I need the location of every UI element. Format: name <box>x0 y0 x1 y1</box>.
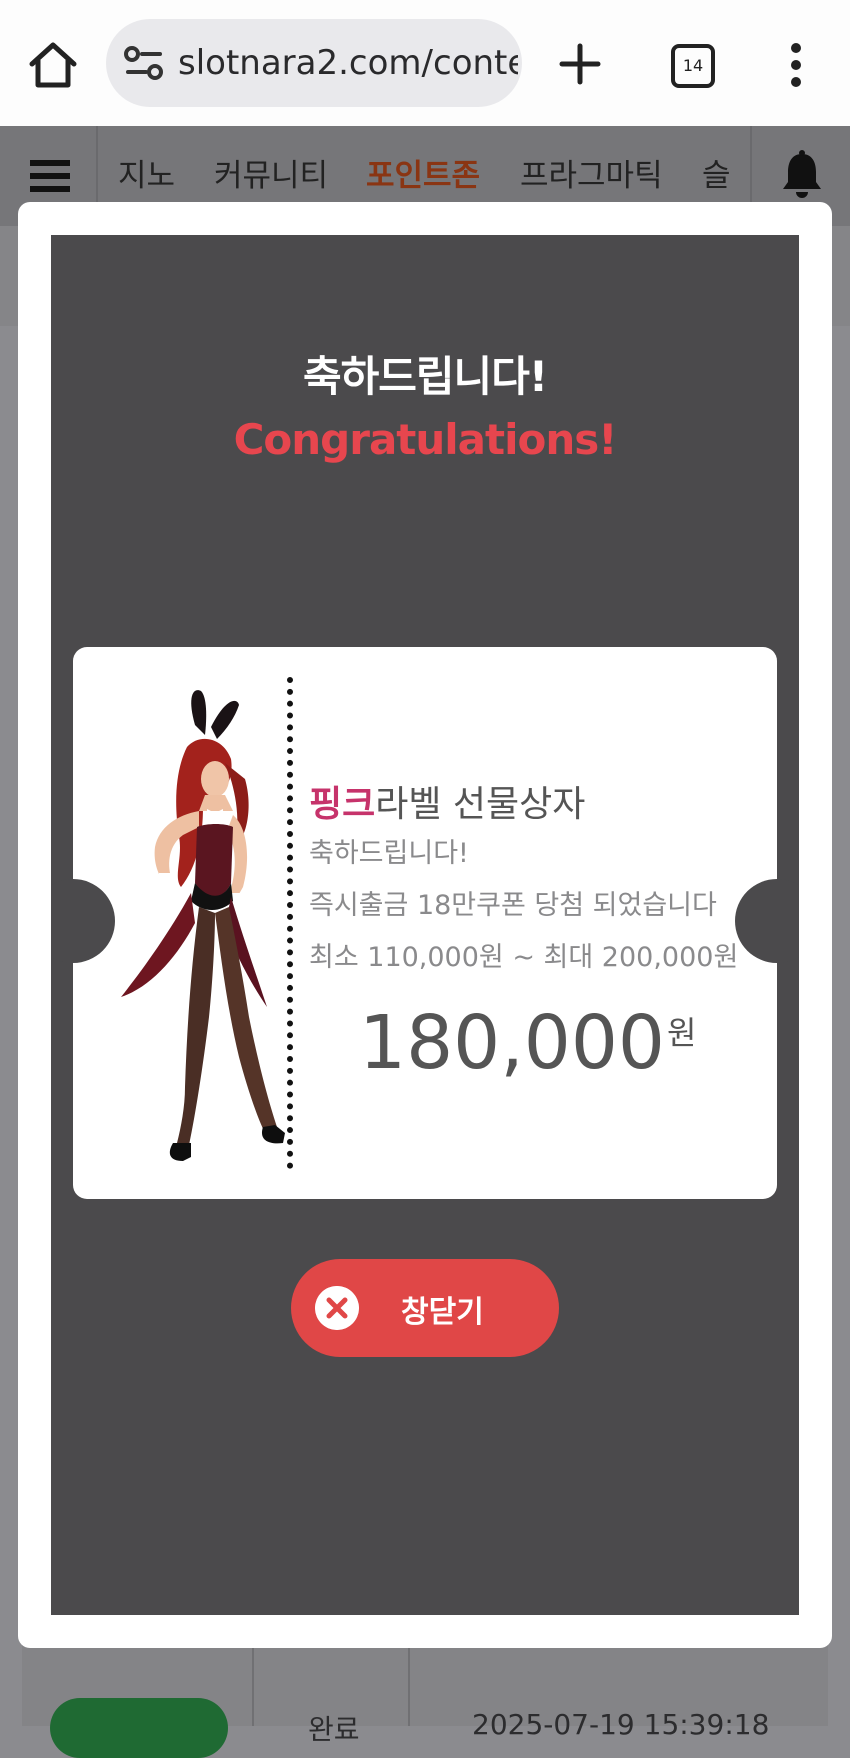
prize-line-range: 최소 110,000원 ~ 최대 200,000원 <box>309 942 739 973</box>
heading-korean: 축하드립니다! <box>303 352 548 401</box>
bunny-girl-illustration <box>121 690 285 1161</box>
nav-item-zino[interactable]: 지노 <box>118 154 175 198</box>
nav-item-slot[interactable]: 슬 <box>702 154 731 198</box>
address-bar[interactable]: slotnara2.com/conte <box>106 19 522 107</box>
site-settings-icon[interactable] <box>124 45 164 81</box>
hamburger-menu-icon[interactable] <box>28 156 72 196</box>
prize-title-rest: 라벨 선물상자 <box>375 784 586 825</box>
bell-icon[interactable] <box>780 150 824 200</box>
nav-item-point-zone[interactable]: 포인트존 <box>366 154 480 198</box>
url-text[interactable]: slotnara2.com/conte <box>178 39 518 87</box>
close-button[interactable]: 창닫기 <box>291 1259 559 1357</box>
prize-modal: 축하드립니다! Congratulations! 핑크라벨 선물상자 축하드립니… <box>18 202 832 1648</box>
prize-amount-unit: 원 <box>667 1014 697 1052</box>
prize-line-congrats: 축하드립니다! <box>309 838 469 869</box>
ticket-perforation <box>287 677 293 1169</box>
ticket-notch-right <box>735 879 799 963</box>
ticket-notch-left <box>51 879 115 963</box>
prize-amount-value: 180,000 <box>359 1000 666 1086</box>
nav-item-community[interactable]: 커뮤니티 <box>214 154 328 198</box>
prize-title: 핑크라벨 선물상자 <box>309 775 585 827</box>
plus-icon[interactable] <box>556 40 604 88</box>
prize-title-highlight: 핑크 <box>309 784 376 825</box>
background-green-button <box>50 1698 228 1758</box>
close-icon <box>315 1286 359 1330</box>
close-button-label: 창닫기 <box>401 1295 484 1330</box>
more-vert-icon[interactable] <box>786 42 806 88</box>
heading-english: Congratulations! <box>233 415 618 464</box>
prize-amount: 180,000원 <box>359 995 696 1091</box>
home-icon[interactable] <box>26 38 80 92</box>
prize-line-description: 즉시출금 18만쿠폰 당첨 되었습니다 <box>309 890 717 921</box>
nav-item-pragmatic[interactable]: 프라그마틱 <box>520 154 663 198</box>
table-cell-datetime: 2025-07-19 15:39:18 <box>472 1708 770 1741</box>
table-cell-status: 완료 <box>308 1713 360 1746</box>
browser-toolbar: slotnara2.com/conte 14 <box>0 0 850 126</box>
tab-switcher-icon[interactable]: 14 <box>671 44 715 88</box>
prize-ticket: 핑크라벨 선물상자 축하드립니다! 즉시출금 18만쿠폰 당첨 되었습니다 최소… <box>51 647 799 1199</box>
prize-modal-body: 축하드립니다! Congratulations! 핑크라벨 선물상자 축하드립니… <box>51 235 799 1615</box>
